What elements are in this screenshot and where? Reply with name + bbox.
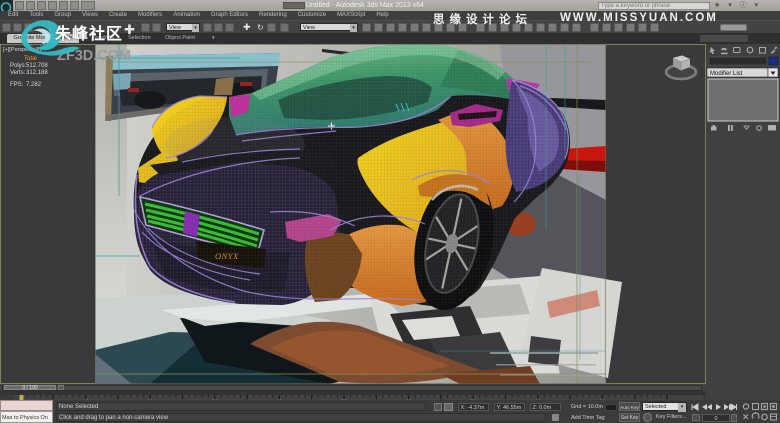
svg-text:FPS:: FPS: xyxy=(10,82,24,88)
svg-text:Modifier List: Modifier List xyxy=(710,71,743,77)
svg-text:Verts:: Verts: xyxy=(10,70,26,76)
svg-text:312,188: 312,188 xyxy=(26,70,48,76)
svg-text:7.282: 7.282 xyxy=(26,82,42,88)
